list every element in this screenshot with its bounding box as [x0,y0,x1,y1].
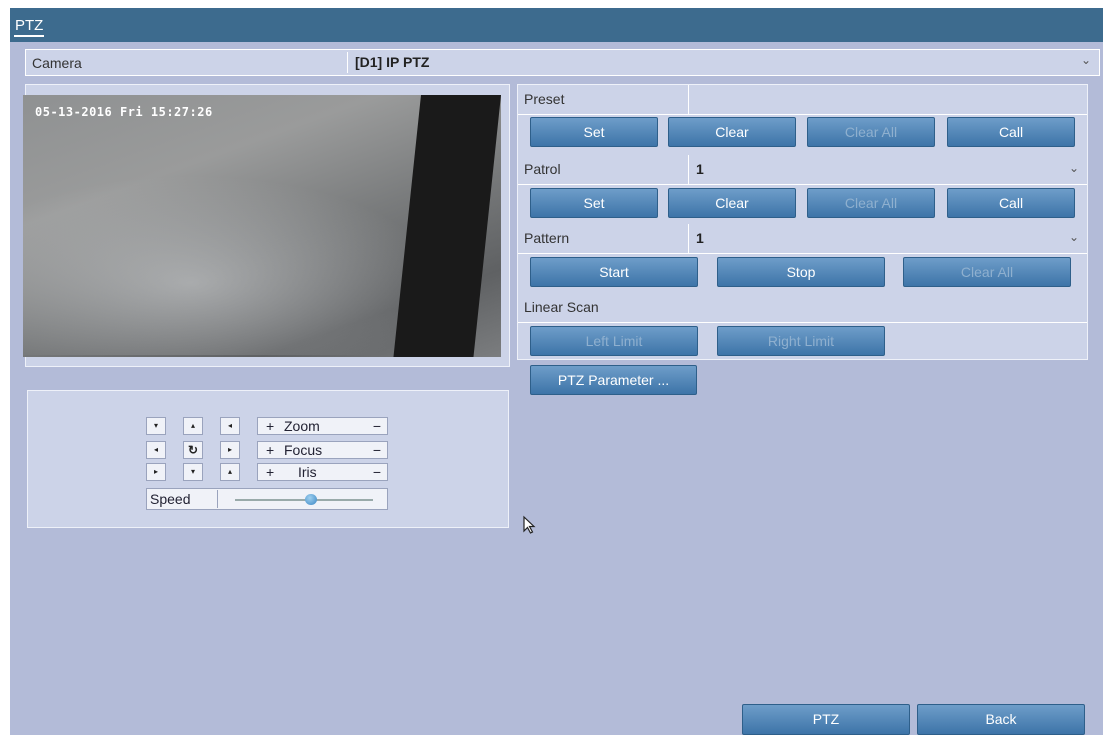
zoom-out-button[interactable]: − [373,418,381,434]
patrol-call-button[interactable]: Call [947,188,1075,218]
pan-down-icon[interactable]: ▾ [183,463,203,481]
speed-control: Speed [146,488,388,510]
pan-down-right-icon[interactable]: ▴ [220,463,240,481]
iris-control: + Iris − [257,463,388,481]
chevron-down-icon[interactable]: ⌄ [1069,161,1079,175]
zoom-control: + Zoom − [257,417,388,435]
linear-scan-row: Linear Scan [518,293,1087,323]
live-video-preview: 05-13-2016 Fri 15:27:26 [23,95,501,357]
sky-haze [23,175,443,355]
auto-scan-icon[interactable]: ↻ [183,441,203,459]
preset-call-button[interactable]: Call [947,117,1075,147]
mouse-cursor-icon [523,515,536,534]
iris-open-button[interactable]: + [266,464,274,480]
camera-select[interactable]: Camera [D1] IP PTZ ⌄ [25,49,1100,76]
speed-slider-handle[interactable] [304,494,317,505]
iris-label: Iris [298,464,317,480]
patrol-clear-button[interactable]: Clear [668,188,796,218]
patrol-row[interactable]: Patrol 1 ⌄ [518,155,1087,185]
preset-clear-all-button[interactable]: Clear All [807,117,935,147]
pan-left-icon[interactable]: ◂ [146,441,166,459]
building-edge [393,95,501,357]
pattern-stop-button[interactable]: Stop [717,257,885,287]
focus-label: Focus [284,442,323,458]
pan-up-icon[interactable]: ▴ [183,417,203,435]
zoom-label: Zoom [284,418,320,434]
speed-label: Speed [150,491,191,507]
pan-down-left-icon[interactable]: ▸ [146,463,166,481]
pan-up-left-icon[interactable]: ▾ [146,417,166,435]
patrol-clear-all-button[interactable]: Clear All [807,188,935,218]
focus-near-button[interactable]: + [266,442,274,458]
preset-set-button[interactable]: Set [530,117,658,147]
divider [688,155,689,184]
preset-row: Preset [518,85,1087,115]
ptz-parameter-button[interactable]: PTZ Parameter ... [530,365,697,395]
title-bar: PTZ [10,8,1103,42]
pan-right-icon[interactable]: ▸ [220,441,240,459]
patrol-label: Patrol [524,161,561,177]
back-button[interactable]: Back [917,704,1085,735]
preset-clear-button[interactable]: Clear [668,117,796,147]
right-limit-button[interactable]: Right Limit [717,326,885,356]
pattern-start-button[interactable]: Start [530,257,698,287]
divider [688,85,689,114]
pattern-row[interactable]: Pattern 1 ⌄ [518,224,1087,254]
pattern-value: 1 [696,230,704,246]
iris-close-button[interactable]: − [373,464,381,480]
pattern-clear-all-button[interactable]: Clear All [903,257,1071,287]
osd-timestamp: 05-13-2016 Fri 15:27:26 [35,105,213,119]
pattern-label: Pattern [524,230,570,246]
focus-far-button[interactable]: − [373,442,381,458]
patrol-set-button[interactable]: Set [530,188,658,218]
preset-label: Preset [524,91,565,107]
ptz-button[interactable]: PTZ [742,704,910,735]
divider [217,490,218,508]
zoom-in-button[interactable]: + [266,418,274,434]
camera-label: Camera [32,55,82,71]
window-title: PTZ [14,17,45,37]
chevron-down-icon[interactable]: ⌄ [1069,230,1079,244]
divider [347,52,348,73]
linear-scan-label: Linear Scan [524,299,599,315]
patrol-value: 1 [696,161,704,177]
pan-up-right-icon[interactable]: ◂ [220,417,240,435]
divider [688,224,689,253]
left-limit-button[interactable]: Left Limit [530,326,698,356]
chevron-down-icon[interactable]: ⌄ [1081,53,1091,67]
focus-control: + Focus − [257,441,388,459]
camera-value: [D1] IP PTZ [355,54,430,70]
